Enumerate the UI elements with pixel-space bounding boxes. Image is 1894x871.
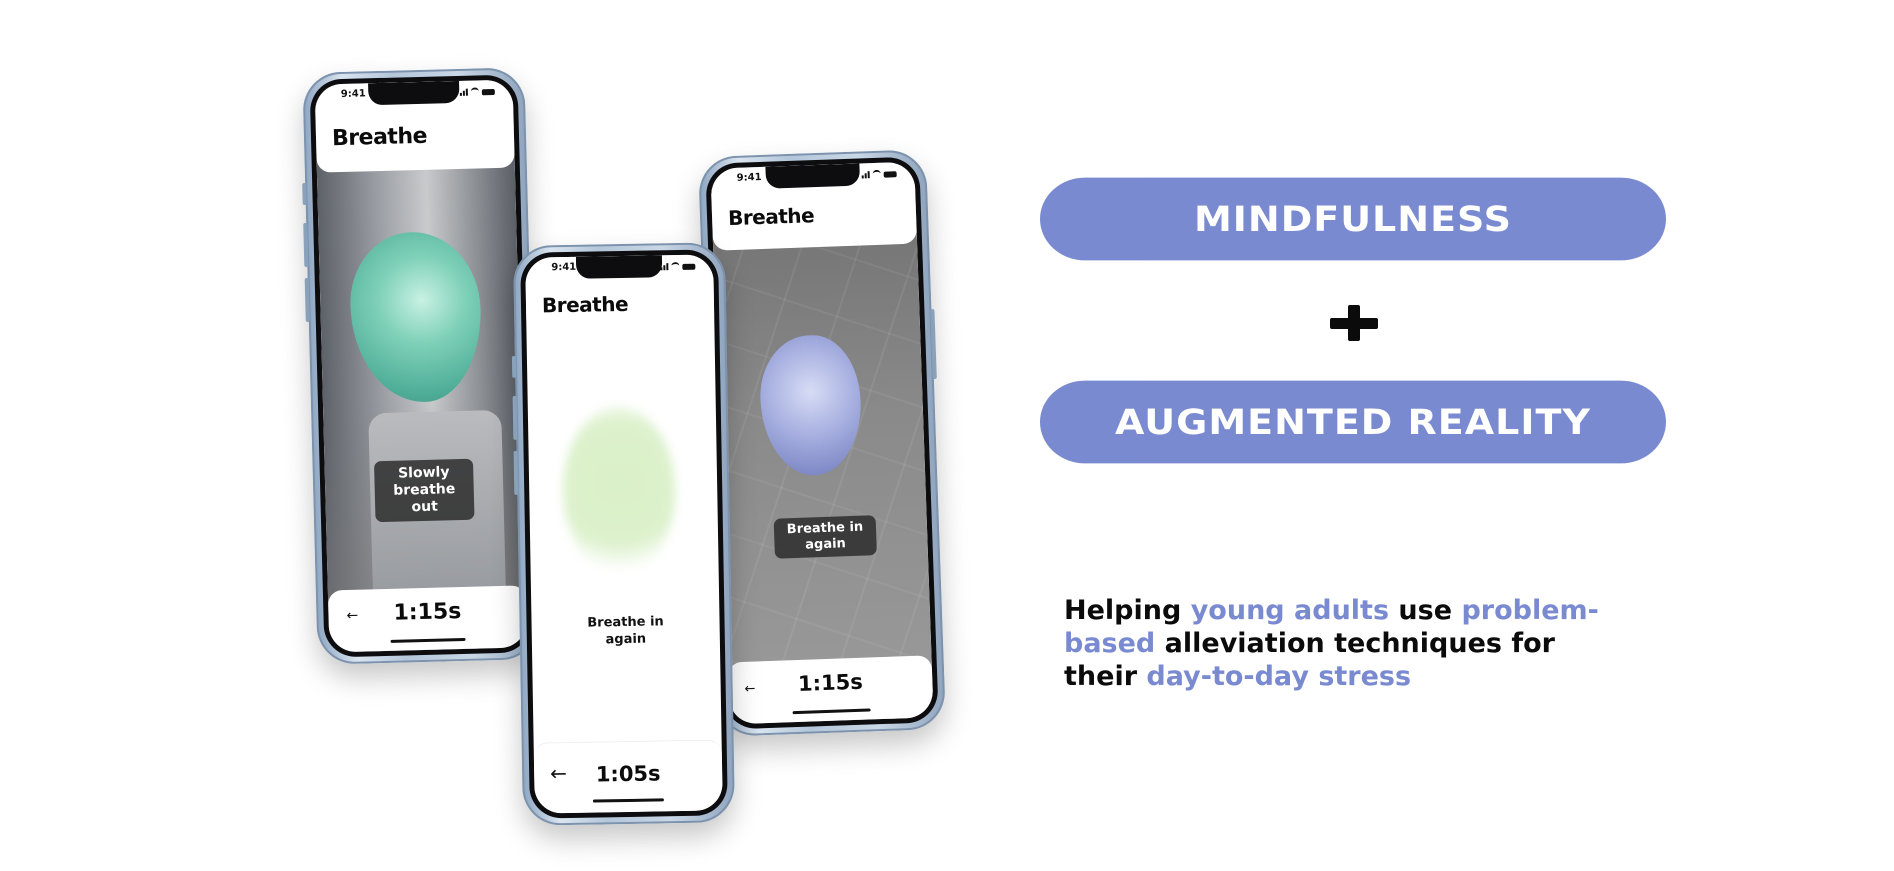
wifi-icon (872, 169, 881, 179)
battery-icon (682, 263, 696, 270)
breathing-instruction: Breathe in again (587, 614, 664, 648)
phone-screen: 9:41 Breathe Breathe in again ← 1:15s (710, 161, 934, 725)
wifi-icon (671, 261, 680, 271)
tagline-text: Helping (1064, 595, 1191, 626)
signal-icon (861, 171, 870, 179)
status-time: 9:41 (736, 171, 762, 184)
tagline-highlight-young-adults: young adults (1190, 595, 1390, 626)
status-icons (459, 87, 495, 96)
mindfulness-pill: MINDFULNESS (1040, 177, 1666, 261)
session-timer: 1:15s (797, 669, 864, 696)
battery-icon (481, 88, 495, 96)
power-button (930, 308, 937, 380)
session-timer: 1:15s (393, 599, 462, 626)
volume-down-button (513, 450, 519, 495)
session-footer: ← 1:15s (327, 585, 528, 653)
phone-mockup-white: 9:41 Breathe Breathe in again ← 1:05s (511, 242, 736, 826)
phone-screen: 9:41 Breathe Slowly breathe out ← 1:15s (314, 79, 528, 653)
breathing-instruction: Slowly breathe out (373, 458, 475, 523)
breathing-blob (561, 405, 677, 578)
volume-down-button (304, 277, 310, 323)
signal-icon (660, 263, 669, 271)
status-time: 9:41 (340, 88, 366, 101)
phone-notch (575, 255, 663, 279)
volume-up-button (512, 395, 518, 440)
tagline-text: use (1389, 595, 1462, 626)
home-indicator (592, 798, 665, 803)
app-title: Breathe (331, 123, 428, 152)
slide-canvas: 9:41 Breathe Slowly breathe out ← 1:15s (0, 0, 1894, 871)
phone-screen: 9:41 Breathe Breathe in again ← 1:05s (525, 254, 723, 814)
session-footer: ← 1:15s (727, 655, 934, 725)
tagline-highlight-day-to-day-stress: day-to-day stress (1146, 661, 1412, 692)
signal-icon (459, 88, 468, 96)
session-footer: ← 1:05s (533, 739, 723, 814)
augmented-reality-pill: AUGMENTED REALITY (1040, 380, 1666, 464)
volume-up-button (303, 222, 309, 268)
wifi-icon (470, 87, 479, 96)
session-timer: 1:05s (595, 761, 661, 787)
breathing-instruction: Breathe in again (773, 515, 877, 559)
tagline: Helping young adults use problem-based a… (1064, 594, 1624, 693)
status-icons (660, 261, 696, 271)
phone-mockup-pavement: 9:41 Breathe Breathe in again ← 1:15s (697, 149, 947, 737)
plus-icon (1330, 305, 1378, 341)
mute-switch (302, 182, 307, 206)
phone-notch (368, 80, 460, 106)
app-title: Breathe (541, 291, 629, 318)
home-indicator (792, 708, 871, 715)
status-time: 9:41 (551, 261, 577, 274)
app-title: Breathe (727, 203, 815, 231)
phone-notch (765, 163, 860, 189)
home-indicator (390, 637, 466, 643)
mute-switch (511, 355, 517, 378)
phone-mockup-train: 9:41 Breathe Slowly breathe out ← 1:15s (302, 67, 540, 665)
status-icons (861, 169, 897, 179)
battery-icon (883, 171, 897, 178)
